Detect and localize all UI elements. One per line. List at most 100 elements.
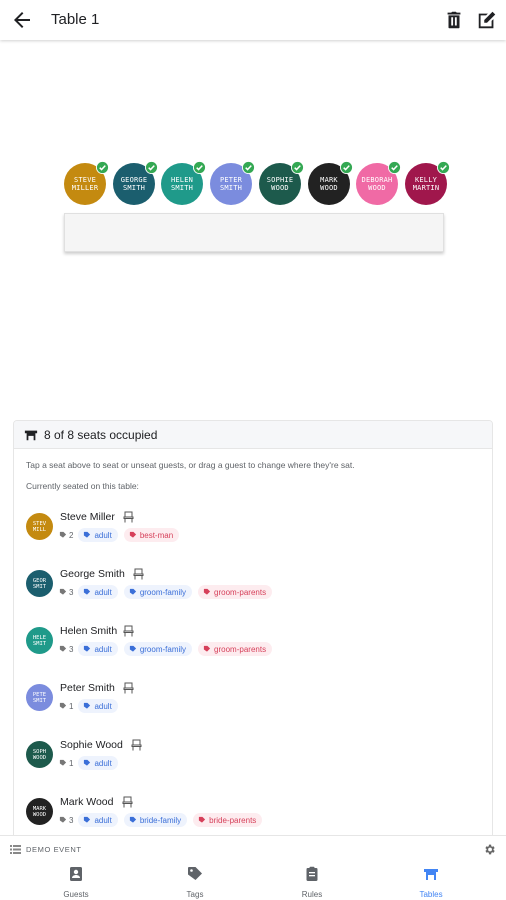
tag-chip[interactable]: bride-family (123, 813, 188, 827)
guest-row[interactable]: MARK WOOD Mark Wood 3 adult bride-family brid… (26, 796, 486, 839)
tag-count-value: 1 (69, 758, 74, 768)
tag-count: 3 (59, 645, 73, 654)
tag-chip[interactable]: adult (78, 699, 118, 713)
table-shape[interactable] (64, 213, 444, 252)
seat[interactable]: MARK WOOD (308, 161, 353, 205)
tag-icon (59, 759, 67, 766)
tag-chip[interactable]: best-man (123, 528, 180, 542)
tag-count: 3 (59, 588, 73, 597)
nav-tags-label: Tags (186, 890, 204, 899)
check-icon (96, 161, 109, 174)
tag-chip[interactable]: adult (78, 642, 118, 656)
seat[interactable]: DEBORAH WOOD (356, 161, 401, 205)
seat[interactable]: HELEN SMITH (161, 161, 206, 205)
seat[interactable]: GEORGE SMITH (113, 161, 158, 205)
guest-name: Peter Smith (60, 682, 115, 694)
tag-chip[interactable]: adult (78, 813, 118, 827)
tag-label: bride-family (139, 815, 182, 825)
nav-guests-label: Guests (63, 890, 89, 899)
seat[interactable]: KELLY MARTIN (405, 161, 450, 205)
tag-chip[interactable]: bride-parents (193, 813, 263, 827)
tag-chip[interactable]: groom-family (123, 642, 193, 656)
avatar-initials: MARK WOOD (32, 805, 47, 818)
tag-count-value: 1 (69, 701, 74, 711)
chair-icon (123, 511, 134, 523)
tag-chip[interactable]: adult (78, 585, 118, 599)
gear-icon[interactable] (483, 843, 496, 856)
tag-row: 1 adult (59, 756, 124, 770)
tag-chip[interactable]: groom-parents (198, 642, 273, 656)
tag-label: groom-family (139, 587, 187, 597)
nav-rules[interactable]: Rules (272, 866, 352, 900)
check-icon (437, 161, 450, 174)
avatar-initials: SOPH WOOD (32, 748, 47, 761)
tag-icon (84, 816, 91, 823)
avatar: STEV MILL (26, 513, 53, 540)
tag-label: groom-parents (214, 644, 267, 654)
avatar-initials: GEOR SMIT (32, 577, 47, 590)
tag-chip[interactable]: adult (78, 756, 118, 770)
tag-label: adult (94, 644, 112, 654)
chair-icon (122, 796, 133, 808)
check-icon (340, 161, 353, 174)
panel-header: 8 of 8 seats occupied (14, 421, 492, 449)
tag-icon (59, 531, 67, 538)
nav-tables-label: Tables (419, 890, 443, 899)
tag-icon (59, 645, 67, 652)
tag-label: adult (94, 530, 112, 540)
tag-chip[interactable]: adult (78, 528, 118, 542)
seat-initials: GEORGE SMITH (120, 176, 148, 192)
guest-row[interactable]: PETE SMIT Peter Smith 1 adult (26, 682, 486, 730)
tag-label: adult (94, 758, 112, 768)
clipboard-icon (306, 866, 318, 881)
tag-icon (59, 588, 67, 595)
tag-icon (84, 759, 91, 766)
tag-chip[interactable]: groom-parents (198, 585, 273, 599)
tag-icon (129, 588, 136, 595)
nav-tables[interactable]: Tables (391, 866, 471, 900)
chair-icon (123, 682, 134, 694)
guest-row[interactable]: GEOR SMIT George Smith 3 adult groom-family g… (26, 568, 486, 616)
tag-label: adult (94, 815, 112, 825)
tag-count: 3 (59, 816, 73, 825)
tag-count-value: 3 (69, 815, 74, 825)
app-bar: Table 1 (0, 0, 506, 40)
tag-row: 1 adult (59, 699, 124, 713)
guest-row[interactable]: SOPH WOOD Sophie Wood 1 adult (26, 739, 486, 787)
seat-initials: MARK WOOD (320, 176, 338, 192)
guest-name: George Smith (60, 568, 125, 580)
tag-label: groom-family (139, 644, 187, 654)
seat[interactable]: PETER SMITH (210, 161, 255, 205)
tag-label: best-man (139, 530, 174, 540)
guest-row[interactable]: STEV MILL Steve Miller 2 adult best-man (26, 511, 486, 559)
avatar: MARK WOOD (26, 798, 53, 825)
nav-tags[interactable]: Tags (155, 866, 235, 900)
chair-icon (123, 625, 134, 637)
seat-row: STEVE MILLER GEORGE SMITH HELEN SMITH PETER… (64, 161, 450, 207)
tag-count-value: 3 (69, 587, 74, 597)
seat[interactable]: STEVE MILLER (64, 161, 109, 205)
tag-row: 3 adult groom-family groom-parents (59, 642, 278, 656)
seat[interactable]: SOPHIE WOOD (259, 161, 304, 205)
hint-text: Tap a seat above to seat or unseat guest… (26, 460, 355, 470)
tag-icon (203, 645, 211, 652)
check-icon (388, 161, 401, 174)
nav-guests[interactable]: Guests (36, 866, 116, 900)
avatar: SOPH WOOD (26, 741, 53, 768)
tag-count: 1 (59, 759, 73, 768)
guest-row[interactable]: HELE SMIT Helen Smith 3 adult groom-family gr… (26, 625, 486, 673)
edit-icon[interactable] (476, 8, 498, 32)
nav-rules-label: Rules (301, 890, 323, 899)
check-icon (291, 161, 304, 174)
event-selector[interactable]: DEMO EVENT (10, 845, 82, 854)
guests-icon (70, 867, 82, 881)
check-icon (145, 161, 158, 174)
tag-chip[interactable]: groom-family (123, 585, 193, 599)
tag-row: 2 adult best-man (59, 528, 185, 542)
trash-icon[interactable] (443, 8, 465, 32)
tag-icon (84, 645, 91, 652)
tag-row: 3 adult groom-family groom-parents (59, 585, 278, 599)
back-arrow-icon[interactable] (10, 8, 34, 32)
table-icon (424, 869, 438, 880)
occupancy-panel: 8 of 8 seats occupied Tap a seat above t… (13, 420, 493, 840)
